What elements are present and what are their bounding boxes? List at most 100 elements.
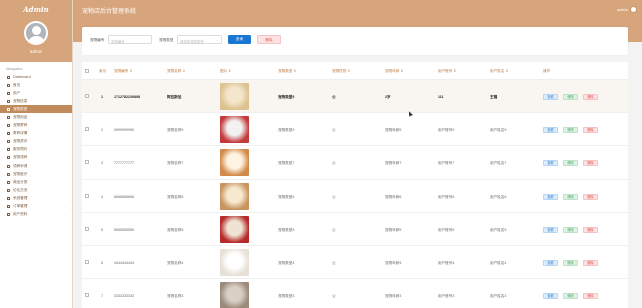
pet-thumbnail[interactable] <box>220 182 249 210</box>
view-button[interactable]: 查看 <box>543 226 558 233</box>
sidebar-item-5[interactable]: 宠物用品 <box>0 113 72 121</box>
cell-account: 用户账号7 <box>438 161 455 166</box>
sidebar-item-label: 宠物用品 <box>13 115 28 120</box>
row-checkbox[interactable] <box>85 226 89 231</box>
delete-button[interactable]: 删除 <box>583 193 598 200</box>
user-avatar-icon[interactable] <box>630 6 637 13</box>
cell-type: 宠物类型9 <box>278 128 295 133</box>
delete-button[interactable]: 删除 <box>583 94 598 100</box>
delete-button[interactable]: 删除 <box>583 226 598 233</box>
sidebar-item-13[interactable]: 商品分类 <box>0 178 72 186</box>
sidebar-item-label: 系统管理 <box>13 195 28 200</box>
delete-button[interactable]: 删除 <box>583 160 598 167</box>
col-image[interactable]: 图片 ⇕ <box>220 69 231 74</box>
row-checkbox[interactable] <box>85 293 89 298</box>
edit-button[interactable]: 修改 <box>563 127 578 134</box>
top-username[interactable]: admin <box>617 7 628 12</box>
delete-button[interactable]: 删除 <box>583 293 598 300</box>
pet-type-select[interactable]: 请选择宠物类型 ⌄ <box>177 35 222 44</box>
cell-type: 宠物类型5 <box>278 95 295 99</box>
table-row[interactable]: 7 3333333333 宠物名称3 宠物类型3 公 宠物年龄3 用户账号3 用户姓名3 查看修… <box>82 279 628 308</box>
pet-type-label: 宠物类型 <box>159 38 174 42</box>
sidebar-item-7[interactable]: 寄养详情 <box>0 130 72 138</box>
row-checkbox[interactable] <box>85 260 89 264</box>
sidebar-item-14[interactable]: 论坛交流 <box>0 186 72 194</box>
sidebar-item-4[interactable]: 宠物类型 <box>0 105 72 114</box>
sidebar-item-12[interactable]: 宠物医疗 <box>0 170 72 178</box>
col-code[interactable]: 宠物编号 ⇕ <box>114 69 132 74</box>
pet-thumbnail[interactable] <box>220 83 249 110</box>
select-all-checkbox[interactable] <box>85 69 89 73</box>
cell-gender: 公 <box>332 161 336 166</box>
row-checkbox[interactable] <box>85 160 89 165</box>
col-gender[interactable]: 宠物性别 ⇕ <box>332 69 350 74</box>
col-name[interactable]: 宠物名称 ⇕ <box>167 69 185 74</box>
pet-thumbnail[interactable] <box>220 249 249 276</box>
cell-age: 宠物年龄3 <box>385 294 402 299</box>
sidebar-item-9[interactable]: 服务预约 <box>0 146 72 154</box>
edit-button[interactable]: 修改 <box>563 94 578 100</box>
sidebar-item-17[interactable]: 用户资料 ⌵ <box>0 211 72 219</box>
pet-thumbnail[interactable] <box>220 282 249 308</box>
cell-account: 用户账号5 <box>438 227 455 232</box>
delete-button[interactable]: 删除 <box>583 127 598 134</box>
view-button[interactable]: 查看 <box>543 94 558 100</box>
sidebar-item-label: 领养申请 <box>13 163 28 168</box>
cell-gender: 公 <box>332 194 336 199</box>
pet-code-input[interactable]: 宠物编号 <box>108 35 152 44</box>
edit-button[interactable]: 修改 <box>563 193 578 200</box>
col-age[interactable]: 宠物年龄 ⇕ <box>385 69 403 74</box>
sidebar-item-label: 宠物领养 <box>13 155 28 160</box>
edit-button[interactable]: 修改 <box>563 293 578 300</box>
cell-name: 阿拉斯加 <box>167 95 182 99</box>
row-checkbox[interactable] <box>85 193 89 198</box>
sidebar-item-15[interactable]: 系统管理 ⌵ <box>0 194 72 202</box>
avatar[interactable] <box>24 21 48 45</box>
sidebar-item-label: 宠物类型 <box>13 106 28 111</box>
view-button[interactable]: 查看 <box>543 127 558 134</box>
sidebar-item-10[interactable]: 宠物领养 <box>0 154 72 162</box>
table-row[interactable]: 5 5555555555 宠物名称5 宠物类型5 公宠物年龄5 用户账号5 用户姓名5 查看修… <box>82 213 628 246</box>
cell-uname: 用户姓名6 <box>490 194 507 199</box>
row-checkbox[interactable] <box>85 94 89 98</box>
topbar: 宠物店后台管理系统 admin <box>73 0 642 22</box>
row-checkbox[interactable] <box>85 127 89 132</box>
cell-gender: 公 <box>332 95 336 99</box>
edit-button[interactable]: 修改 <box>563 226 578 233</box>
batch-delete-button[interactable]: 删除 <box>257 35 281 44</box>
table-row[interactable]: 6 4444444444 宠物名称4 宠物类型4 公 宠物年龄4 用户账号4 用户姓名4 查看修… <box>82 246 628 280</box>
col-type[interactable]: 宠物类型 ⇕ <box>278 69 296 74</box>
edit-button[interactable]: 修改 <box>563 160 578 167</box>
sidebar-item-1[interactable]: 首页 <box>0 81 72 89</box>
cell-code: 7777777777 <box>114 161 134 166</box>
list-icon <box>7 132 10 136</box>
list-icon <box>7 99 10 103</box>
view-button[interactable]: 查看 <box>543 160 558 167</box>
edit-button[interactable]: 修改 <box>563 260 578 266</box>
col-account[interactable]: 用户账号 ⇕ <box>438 69 456 74</box>
table-row[interactable]: 2 9999999999 宠物名称9 宠物类型9 公 宠物年龄9 用户账号9 用户姓名9 查看修… <box>82 113 628 147</box>
delete-button[interactable]: 删除 <box>583 260 598 266</box>
sidebar-item-11[interactable]: 领养申请 <box>0 162 72 170</box>
table-row[interactable]: 3 7777777777 宠物名称7 宠物类型7 公 宠物年龄7 用户账号7 用户姓名7 查看修… <box>82 146 628 180</box>
sidebar-item-8[interactable]: 宠物资讯 <box>0 138 72 146</box>
sidebar-item-16[interactable]: 订单管理 ⌵ <box>0 203 72 211</box>
sidebar-item-0[interactable]: Dashboard <box>0 73 72 81</box>
table-row[interactable]: 4 6666666666 宠物名称6 宠物类型6 公 宠物年龄6 用户账号6 用户姓名6 查看修… <box>82 180 628 213</box>
sidebar-item-label: 订单管理 <box>13 204 28 209</box>
sidebar-item-2[interactable]: 用户 <box>0 89 72 97</box>
view-button[interactable]: 查看 <box>543 293 558 300</box>
pet-thumbnail[interactable] <box>220 149 249 177</box>
col-username[interactable]: 用户姓名 ⇕ <box>490 69 508 74</box>
pet-thumbnail[interactable] <box>220 116 249 144</box>
cell-name: 宠物名称7 <box>167 161 184 166</box>
view-button[interactable]: 查看 <box>543 260 558 266</box>
table-row[interactable]: 1 1712782230898 阿拉斯加 宠物类型5 公 2岁 111 王璐 查看 修改 删除 <box>82 80 628 114</box>
view-button[interactable]: 查看 <box>543 193 558 200</box>
cell-code: 6666666666 <box>114 194 134 199</box>
cell-age: 宠物年龄5 <box>385 227 402 232</box>
pet-thumbnail[interactable] <box>220 215 249 243</box>
sidebar-item-6[interactable]: 宠物寄养 <box>0 122 72 130</box>
search-button[interactable]: 查询 <box>228 35 251 44</box>
sidebar-item-3[interactable]: 宠物信息 <box>0 97 72 105</box>
